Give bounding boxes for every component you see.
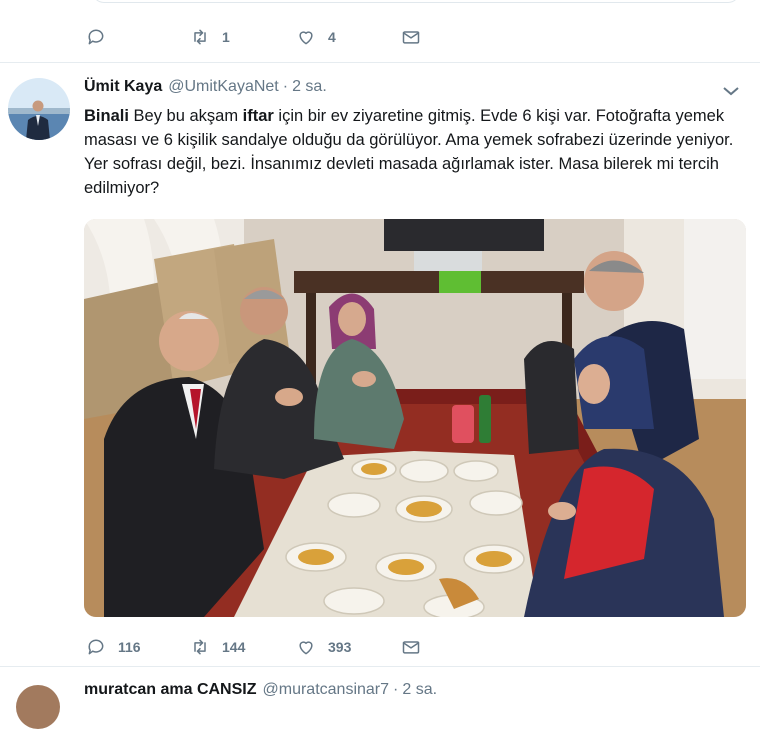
reply-button[interactable]: 116 (86, 637, 190, 657)
tweet-actions: 116 144 393 (86, 637, 421, 657)
dm-icon (402, 31, 420, 44)
dm-icon (402, 641, 420, 654)
separator: · (282, 78, 289, 95)
retweet-button[interactable]: 144 (190, 637, 296, 657)
quoted-card-bottom (92, 0, 740, 3)
author-name[interactable]: Ümit Kaya (84, 78, 162, 95)
dm-button[interactable] (401, 27, 421, 47)
tweet-text: Binali Bey bu akşam iftar için bir ev zi… (84, 104, 744, 200)
prev-tweet-actions: 1 4 (86, 27, 421, 47)
chevron-down-icon (723, 87, 739, 96)
separator: · (393, 681, 399, 698)
tweet[interactable]: Ümit Kaya @UmitKayaNet · 2 sa. Binali Bey b… (0, 63, 760, 667)
author-name[interactable]: muratcan ama CANSIZ (84, 681, 257, 698)
like-button[interactable]: 393 (296, 637, 401, 657)
reply-icon (88, 29, 104, 45)
next-tweet[interactable]: muratcan ama CANSIZ @muratcansinar7 · 2 sa. (0, 667, 760, 729)
avatar[interactable] (8, 78, 70, 140)
author-handle[interactable]: @UmitKayaNet (168, 78, 279, 95)
retweet-icon (194, 29, 206, 45)
previous-tweet: 1 4 (0, 0, 760, 63)
retweet-icon (194, 639, 206, 655)
tweet-header: muratcan ama CANSIZ @muratcansinar7 · 2 sa. (84, 681, 437, 699)
tweet-photo[interactable] (84, 219, 746, 617)
like-count: 393 (328, 639, 352, 655)
tweet-header: Ümit Kaya @UmitKayaNet · 2 sa. (84, 78, 327, 96)
text-bold-iftar: iftar (242, 107, 274, 125)
text-bold-name: Binali (84, 107, 129, 125)
timestamp[interactable]: 2 sa. (402, 681, 437, 698)
text-part: Bey bu akşam (128, 107, 243, 125)
like-button[interactable]: 4 (296, 27, 401, 47)
photo-illustration (84, 219, 746, 617)
reply-icon (88, 639, 104, 655)
more-options-button[interactable] (720, 83, 742, 99)
retweet-count: 144 (222, 639, 246, 655)
reply-count: 116 (118, 639, 141, 655)
retweet-button[interactable]: 1 (190, 27, 296, 47)
like-icon (299, 31, 313, 45)
dm-button[interactable] (401, 637, 421, 657)
timestamp[interactable]: 2 sa. (292, 78, 327, 95)
author-handle[interactable]: @muratcansinar7 (263, 681, 390, 698)
reply-button[interactable] (86, 27, 190, 47)
avatar[interactable] (16, 685, 60, 729)
like-icon (299, 641, 313, 655)
